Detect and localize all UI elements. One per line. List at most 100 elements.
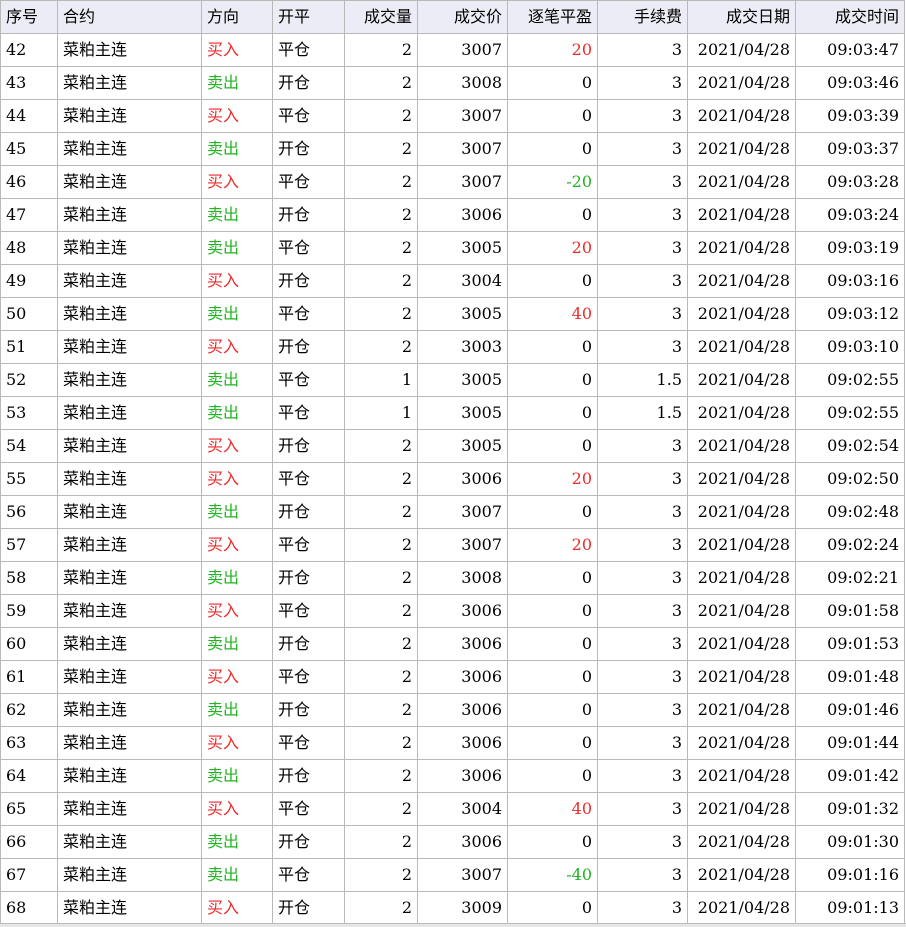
column-header-price[interactable]: 成交价 [417, 0, 508, 34]
cell-time: 09:02:21 [795, 561, 905, 595]
cell-fee: 3 [597, 594, 688, 628]
table-row[interactable]: 59 菜粕主连 买入 平仓 2 3006 0 3 2021/04/28 09:01:58 [0, 594, 905, 628]
cell-contract: 菜粕主连 [57, 495, 202, 529]
column-header-openclose[interactable]: 开平 [272, 0, 345, 34]
cell-price: 3006 [417, 825, 508, 859]
cell-qty: 2 [344, 528, 418, 562]
cell-pnl: 0 [507, 594, 598, 628]
cell-seq: 46 [0, 165, 58, 199]
table-row[interactable]: 50 菜粕主连 卖出 平仓 2 3005 40 3 2021/04/28 09:03:12 [0, 297, 905, 331]
table-row[interactable]: 49 菜粕主连 买入 开仓 2 3004 0 3 2021/04/28 09:03:16 [0, 264, 905, 298]
cell-pnl: 0 [507, 693, 598, 727]
column-header-contract[interactable]: 合约 [57, 0, 202, 34]
cell-date: 2021/04/28 [687, 693, 796, 727]
cell-direction: 买入 [201, 33, 273, 67]
cell-seq: 64 [0, 759, 58, 793]
cell-fee: 3 [597, 858, 688, 892]
cell-pnl: 0 [507, 264, 598, 298]
cell-openclose: 开仓 [272, 429, 345, 463]
cell-openclose: 平仓 [272, 594, 345, 628]
cell-time: 09:02:48 [795, 495, 905, 529]
cell-qty: 2 [344, 825, 418, 859]
column-header-qty[interactable]: 成交量 [344, 0, 418, 34]
cell-time: 09:03:47 [795, 33, 905, 67]
table-row[interactable]: 51 菜粕主连 买入 开仓 2 3003 0 3 2021/04/28 09:03:10 [0, 330, 905, 364]
column-header-date[interactable]: 成交日期 [687, 0, 796, 34]
cell-direction: 买入 [201, 99, 273, 133]
cell-qty: 2 [344, 594, 418, 628]
table-row[interactable]: 46 菜粕主连 买入 平仓 2 3007 -20 3 2021/04/28 09:03:28 [0, 165, 905, 199]
table-row[interactable]: 67 菜粕主连 卖出 平仓 2 3007 -40 3 2021/04/28 09:01:16 [0, 858, 905, 892]
cell-openclose: 开仓 [272, 693, 345, 727]
cell-direction: 卖出 [201, 693, 273, 727]
table-row[interactable]: 66 菜粕主连 卖出 开仓 2 3006 0 3 2021/04/28 09:01:30 [0, 825, 905, 859]
cell-contract: 菜粕主连 [57, 561, 202, 595]
cell-fee: 3 [597, 462, 688, 496]
cell-fee: 3 [597, 198, 688, 232]
cell-fee: 3 [597, 264, 688, 298]
cell-fee: 3 [597, 528, 688, 562]
cell-contract: 菜粕主连 [57, 792, 202, 826]
cell-date: 2021/04/28 [687, 429, 796, 463]
cell-seq: 63 [0, 726, 58, 760]
cell-contract: 菜粕主连 [57, 165, 202, 199]
cell-price: 3006 [417, 627, 508, 661]
cell-contract: 菜粕主连 [57, 660, 202, 694]
cell-time: 09:01:30 [795, 825, 905, 859]
trade-records-table: 序号 合约 方向 开平 成交量 成交价 逐笔平盈 手续费 成交日期 成交时间 4… [0, 0, 905, 925]
cell-qty: 2 [344, 264, 418, 298]
horizontal-scrollbar[interactable] [0, 923, 906, 927]
table-row[interactable]: 47 菜粕主连 卖出 开仓 2 3006 0 3 2021/04/28 09:03:24 [0, 198, 905, 232]
cell-seq: 47 [0, 198, 58, 232]
cell-price: 3006 [417, 462, 508, 496]
cell-pnl: 0 [507, 561, 598, 595]
cell-qty: 2 [344, 627, 418, 661]
cell-qty: 2 [344, 693, 418, 727]
cell-price: 3004 [417, 264, 508, 298]
table-row[interactable]: 63 菜粕主连 买入 平仓 2 3006 0 3 2021/04/28 09:01:44 [0, 726, 905, 760]
table-row[interactable]: 44 菜粕主连 买入 平仓 2 3007 0 3 2021/04/28 09:03:39 [0, 99, 905, 133]
column-header-pnl[interactable]: 逐笔平盈 [507, 0, 598, 34]
column-header-direction[interactable]: 方向 [201, 0, 273, 34]
table-row[interactable]: 58 菜粕主连 卖出 开仓 2 3008 0 3 2021/04/28 09:02:21 [0, 561, 905, 595]
cell-pnl: 0 [507, 132, 598, 166]
table-row[interactable]: 48 菜粕主连 卖出 平仓 2 3005 20 3 2021/04/28 09:03:19 [0, 231, 905, 265]
table-row[interactable]: 45 菜粕主连 卖出 开仓 2 3007 0 3 2021/04/28 09:03:37 [0, 132, 905, 166]
cell-time: 09:03:46 [795, 66, 905, 100]
table-row[interactable]: 42 菜粕主连 买入 平仓 2 3007 20 3 2021/04/28 09:03:47 [0, 33, 905, 67]
cell-pnl: 40 [507, 297, 598, 331]
cell-time: 09:01:58 [795, 594, 905, 628]
column-header-time[interactable]: 成交时间 [795, 0, 905, 34]
table-row[interactable]: 64 菜粕主连 卖出 开仓 2 3006 0 3 2021/04/28 09:01:42 [0, 759, 905, 793]
cell-date: 2021/04/28 [687, 858, 796, 892]
cell-seq: 58 [0, 561, 58, 595]
cell-price: 3008 [417, 561, 508, 595]
table-row[interactable]: 62 菜粕主连 卖出 开仓 2 3006 0 3 2021/04/28 09:01:46 [0, 693, 905, 727]
cell-time: 09:03:10 [795, 330, 905, 364]
table-row[interactable]: 56 菜粕主连 卖出 开仓 2 3007 0 3 2021/04/28 09:02:48 [0, 495, 905, 529]
table-row[interactable]: 57 菜粕主连 买入 平仓 2 3007 20 3 2021/04/28 09:02:24 [0, 528, 905, 562]
cell-seq: 61 [0, 660, 58, 694]
table-row[interactable]: 52 菜粕主连 卖出 平仓 1 3005 0 1.5 2021/04/28 09:02:55 [0, 363, 905, 397]
cell-date: 2021/04/28 [687, 396, 796, 430]
table-row[interactable]: 53 菜粕主连 卖出 平仓 1 3005 0 1.5 2021/04/28 09:02:55 [0, 396, 905, 430]
cell-seq: 56 [0, 495, 58, 529]
cell-date: 2021/04/28 [687, 165, 796, 199]
cell-contract: 菜粕主连 [57, 462, 202, 496]
table-row[interactable]: 68 菜粕主连 买入 开仓 2 3009 0 3 2021/04/28 09:01:13 [0, 891, 905, 925]
cell-qty: 2 [344, 429, 418, 463]
table-row[interactable]: 54 菜粕主连 买入 开仓 2 3005 0 3 2021/04/28 09:02:54 [0, 429, 905, 463]
cell-openclose: 开仓 [272, 132, 345, 166]
table-row[interactable]: 61 菜粕主连 买入 平仓 2 3006 0 3 2021/04/28 09:01:48 [0, 660, 905, 694]
table-row[interactable]: 43 菜粕主连 卖出 开仓 2 3008 0 3 2021/04/28 09:03:46 [0, 66, 905, 100]
cell-openclose: 开仓 [272, 825, 345, 859]
table-row[interactable]: 65 菜粕主连 买入 平仓 2 3004 40 3 2021/04/28 09:01:32 [0, 792, 905, 826]
cell-contract: 菜粕主连 [57, 198, 202, 232]
table-row[interactable]: 55 菜粕主连 买入 平仓 2 3006 20 3 2021/04/28 09:02:50 [0, 462, 905, 496]
table-row[interactable]: 60 菜粕主连 卖出 开仓 2 3006 0 3 2021/04/28 09:01:53 [0, 627, 905, 661]
cell-fee: 3 [597, 891, 688, 925]
column-header-seq[interactable]: 序号 [0, 0, 58, 34]
cell-fee: 3 [597, 627, 688, 661]
column-header-fee[interactable]: 手续费 [597, 0, 688, 34]
cell-direction: 卖出 [201, 132, 273, 166]
